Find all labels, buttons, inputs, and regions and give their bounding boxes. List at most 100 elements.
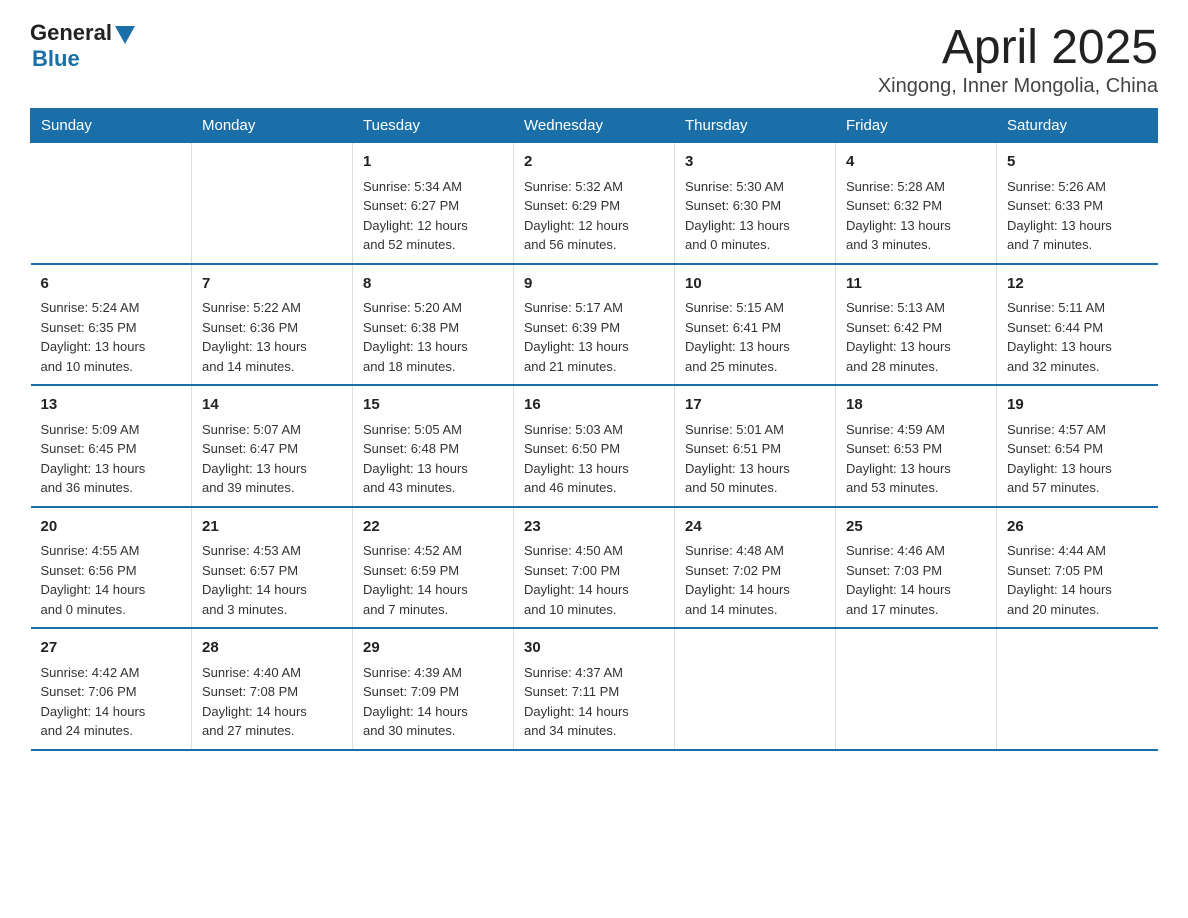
day-info-line: Daylight: 14 hours: [41, 702, 182, 722]
day-info-line: Sunset: 6:32 PM: [846, 196, 986, 216]
day-number: 15: [363, 394, 503, 417]
day-number: 16: [524, 394, 664, 417]
calendar-cell: 1Sunrise: 5:34 AMSunset: 6:27 PMDaylight…: [353, 143, 514, 264]
day-info-line: Daylight: 14 hours: [363, 580, 503, 600]
day-info-line: Daylight: 13 hours: [524, 459, 664, 479]
title-block: April 2025 Xingong, Inner Mongolia, Chin…: [878, 20, 1158, 98]
day-info-line: and 50 minutes.: [685, 478, 825, 498]
day-info-line: and 30 minutes.: [363, 721, 503, 741]
day-number: 9: [524, 273, 664, 296]
day-number: 20: [41, 516, 182, 539]
day-info-line: and 10 minutes.: [41, 357, 182, 377]
calendar-cell: 22Sunrise: 4:52 AMSunset: 6:59 PMDayligh…: [353, 507, 514, 629]
day-info-line: Sunrise: 5:24 AM: [41, 298, 182, 318]
day-info-line: Sunset: 6:33 PM: [1007, 196, 1148, 216]
day-info-line: Sunset: 7:09 PM: [363, 682, 503, 702]
logo-general-text: General: [30, 20, 112, 46]
day-info-line: and 20 minutes.: [1007, 600, 1148, 620]
day-info-line: Sunrise: 4:37 AM: [524, 663, 664, 683]
day-number: 26: [1007, 516, 1148, 539]
day-info-line: Daylight: 13 hours: [524, 337, 664, 357]
day-info-line: Sunset: 7:06 PM: [41, 682, 182, 702]
calendar-cell: 27Sunrise: 4:42 AMSunset: 7:06 PMDayligh…: [31, 628, 192, 750]
day-info-line: and 36 minutes.: [41, 478, 182, 498]
day-info-line: Daylight: 13 hours: [685, 459, 825, 479]
calendar-cell: 23Sunrise: 4:50 AMSunset: 7:00 PMDayligh…: [514, 507, 675, 629]
day-number: 11: [846, 273, 986, 296]
day-info-line: Sunrise: 5:13 AM: [846, 298, 986, 318]
calendar-cell: [997, 628, 1158, 750]
calendar-cell: 28 Sunrise: 4:40 AMSunset: 7:08 PMDayligh…: [192, 628, 353, 750]
day-info-line: Sunrise: 4:39 AM: [363, 663, 503, 683]
day-info-line: Daylight: 14 hours: [202, 580, 342, 600]
day-info-line: Sunset: 6:56 PM: [41, 561, 182, 581]
day-info-line: Sunset: 7:08 PM: [202, 682, 342, 702]
day-info-line: and 27 minutes.: [202, 721, 342, 741]
day-number: 30: [524, 637, 664, 660]
calendar-cell: 3Sunrise: 5:30 AMSunset: 6:30 PMDaylight…: [675, 143, 836, 264]
day-info-line: and 18 minutes.: [363, 357, 503, 377]
day-info-line: Daylight: 13 hours: [41, 459, 182, 479]
day-info-line: Sunrise: 5:32 AM: [524, 177, 664, 197]
day-info-line: Daylight: 14 hours: [202, 702, 342, 722]
day-info-line: Daylight: 13 hours: [363, 337, 503, 357]
day-info-line: Sunrise: 5:07 AM: [202, 420, 342, 440]
day-info-line: Sunrise: 4:46 AM: [846, 541, 986, 561]
day-info-line: and 32 minutes.: [1007, 357, 1148, 377]
calendar-cell: 17Sunrise: 5:01 AMSunset: 6:51 PMDayligh…: [675, 385, 836, 507]
day-info-line: Daylight: 12 hours: [363, 216, 503, 236]
day-info-line: and 17 minutes.: [846, 600, 986, 620]
day-info-line: Sunrise: 5:01 AM: [685, 420, 825, 440]
day-info-line: Sunset: 6:51 PM: [685, 439, 825, 459]
day-info-line: Sunset: 6:44 PM: [1007, 318, 1148, 338]
day-info-line: Sunrise: 4:59 AM: [846, 420, 986, 440]
calendar-week-row: 1Sunrise: 5:34 AMSunset: 6:27 PMDaylight…: [31, 143, 1158, 264]
header-day-thursday: Thursday: [675, 109, 836, 143]
day-info-line: Sunrise: 4:44 AM: [1007, 541, 1148, 561]
day-info-line: Sunrise: 5:34 AM: [363, 177, 503, 197]
day-number: 23: [524, 516, 664, 539]
day-info-line: Sunrise: 5:28 AM: [846, 177, 986, 197]
day-info-line: and 25 minutes.: [685, 357, 825, 377]
calendar-cell: 14Sunrise: 5:07 AMSunset: 6:47 PMDayligh…: [192, 385, 353, 507]
day-info-line: and 21 minutes.: [524, 357, 664, 377]
day-info-line: Sunset: 6:39 PM: [524, 318, 664, 338]
day-info-line: and 34 minutes.: [524, 721, 664, 741]
day-info-line: Sunset: 6:50 PM: [524, 439, 664, 459]
day-info-line: Daylight: 13 hours: [846, 337, 986, 357]
day-info-line: Sunset: 6:38 PM: [363, 318, 503, 338]
day-number: 19: [1007, 394, 1148, 417]
day-info-line: Daylight: 13 hours: [41, 337, 182, 357]
day-info-line: Sunset: 6:53 PM: [846, 439, 986, 459]
day-info-line: Sunrise: 5:30 AM: [685, 177, 825, 197]
day-info-line: and 7 minutes.: [1007, 235, 1148, 255]
calendar-table: SundayMondayTuesdayWednesdayThursdayFrid…: [30, 108, 1158, 751]
day-info-line: Daylight: 14 hours: [1007, 580, 1148, 600]
calendar-cell: 25Sunrise: 4:46 AMSunset: 7:03 PMDayligh…: [836, 507, 997, 629]
calendar-week-row: 6Sunrise: 5:24 AMSunset: 6:35 PMDaylight…: [31, 264, 1158, 386]
day-number: 28: [202, 637, 342, 660]
header-day-saturday: Saturday: [997, 109, 1158, 143]
day-info-line: Daylight: 13 hours: [363, 459, 503, 479]
day-info-line: Sunset: 6:57 PM: [202, 561, 342, 581]
calendar-cell: 29Sunrise: 4:39 AMSunset: 7:09 PMDayligh…: [353, 628, 514, 750]
day-info-line: Sunset: 6:29 PM: [524, 196, 664, 216]
day-info-line: Sunset: 6:59 PM: [363, 561, 503, 581]
day-number: 27: [41, 637, 182, 660]
day-info-line: Sunset: 6:54 PM: [1007, 439, 1148, 459]
day-info-line: and 43 minutes.: [363, 478, 503, 498]
day-info-line: and 0 minutes.: [685, 235, 825, 255]
day-info-line: Sunrise: 4:53 AM: [202, 541, 342, 561]
calendar-cell: 5Sunrise: 5:26 AMSunset: 6:33 PMDaylight…: [997, 143, 1158, 264]
day-info-line: and 0 minutes.: [41, 600, 182, 620]
day-info-line: and 53 minutes.: [846, 478, 986, 498]
day-number: 1: [363, 151, 503, 174]
calendar-cell: 9Sunrise: 5:17 AMSunset: 6:39 PMDaylight…: [514, 264, 675, 386]
logo: General Blue: [30, 20, 135, 72]
day-info-line: Daylight: 13 hours: [1007, 459, 1148, 479]
calendar-header-row: SundayMondayTuesdayWednesdayThursdayFrid…: [31, 109, 1158, 143]
calendar-cell: [192, 143, 353, 264]
calendar-cell: 2Sunrise: 5:32 AMSunset: 6:29 PMDaylight…: [514, 143, 675, 264]
calendar-cell: [836, 628, 997, 750]
day-info-line: Sunrise: 4:40 AM: [202, 663, 342, 683]
